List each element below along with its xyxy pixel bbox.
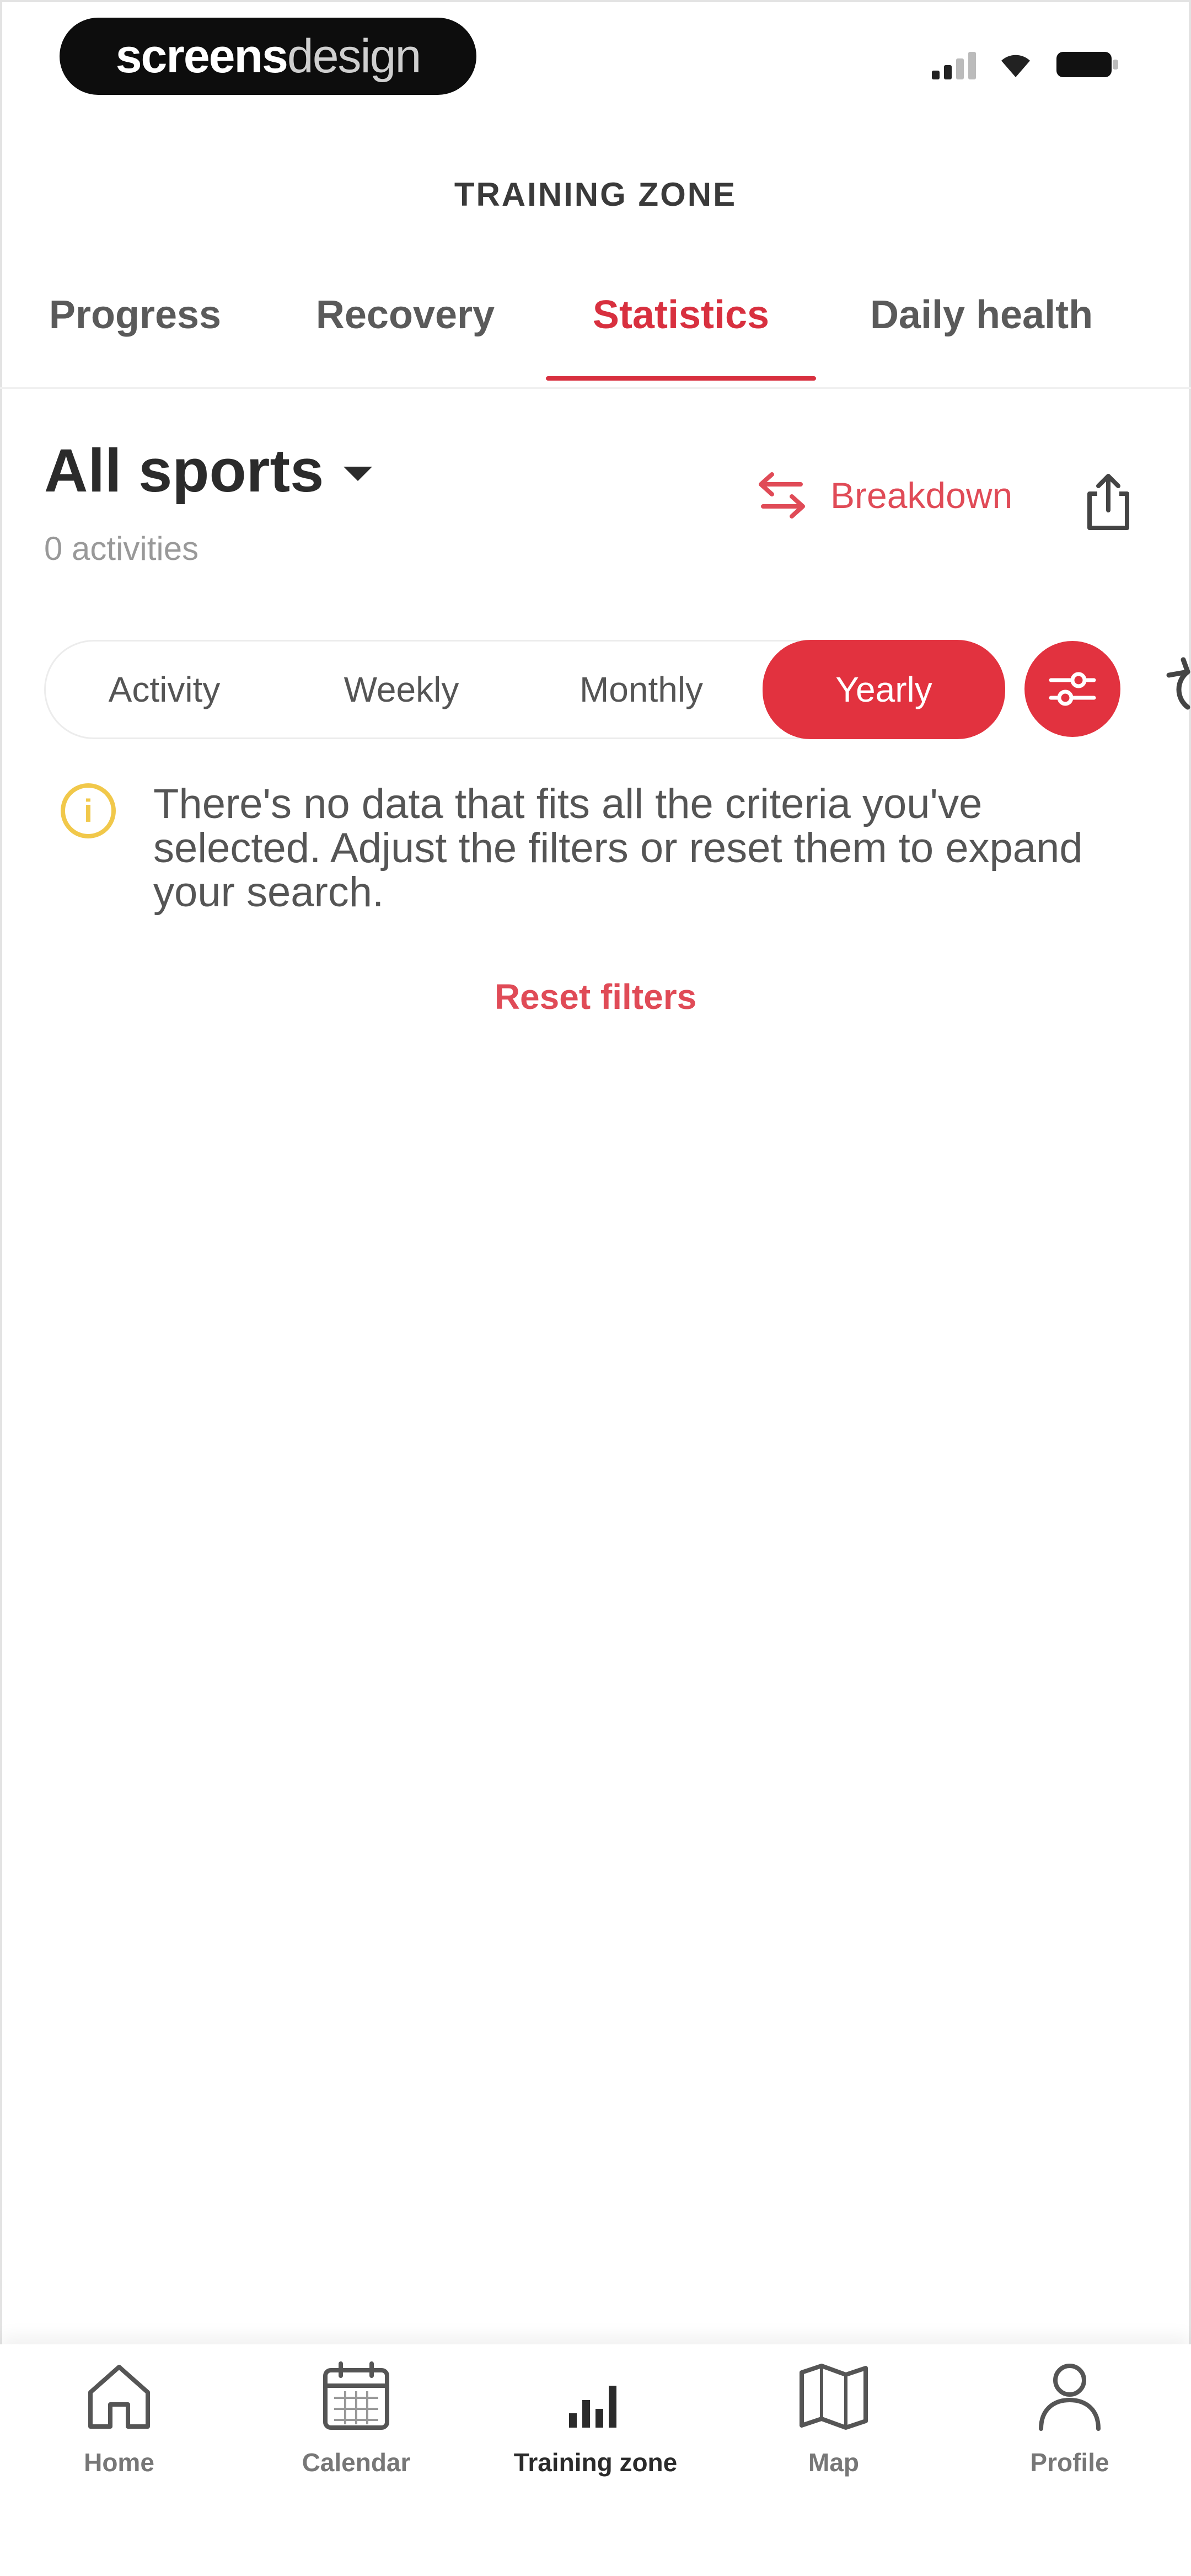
segment-weekly[interactable]: Weekly <box>283 642 520 737</box>
wifi-icon <box>998 51 1033 78</box>
share-icon <box>1087 474 1129 530</box>
tab-statistics[interactable]: Statistics <box>546 292 816 381</box>
breakdown-button[interactable]: Breakdown <box>755 469 1012 522</box>
tab-daily-health[interactable]: Daily health <box>860 292 1103 381</box>
nav-label: Map <box>808 2448 859 2477</box>
sport-selector[interactable]: All sports <box>44 436 373 506</box>
activity-count: 0 activities <box>44 530 199 567</box>
sliders-icon <box>1049 672 1096 706</box>
profile-icon <box>1039 2364 1101 2431</box>
filter-button[interactable] <box>1024 641 1120 737</box>
nav-item-calendar[interactable]: Calendar <box>273 2358 439 2477</box>
nav-item-home[interactable]: Home <box>36 2358 202 2477</box>
segment-label: Activity <box>108 670 221 709</box>
swap-arrows-icon <box>759 472 805 519</box>
segment-label: Yearly <box>835 670 932 709</box>
page-title: TRAINING ZONE <box>454 176 737 213</box>
tab-bar: Progress Recovery Statistics Daily healt… <box>0 287 1191 389</box>
breakdown-label: Breakdown <box>830 475 1013 516</box>
segment-activity[interactable]: Activity <box>46 642 283 737</box>
status-icons <box>932 50 1119 79</box>
brand-text-bold: screens <box>115 29 288 83</box>
tab-label: Daily health <box>870 293 1093 337</box>
nav-label: Profile <box>1030 2448 1109 2477</box>
brand-text-light: design <box>287 29 421 83</box>
caret-down-icon <box>344 466 373 481</box>
tab-progress[interactable]: Progress <box>44 292 226 381</box>
brand-watermark: screens design <box>60 18 476 95</box>
nav-item-training-zone[interactable]: Training zone <box>513 2358 678 2477</box>
segment-monthly[interactable]: Monthly <box>520 642 763 737</box>
signal-icon <box>932 50 976 79</box>
tab-label: Progress <box>49 293 222 337</box>
nav-item-profile[interactable]: Profile <box>987 2358 1152 2477</box>
reset-filters-link[interactable]: Reset filters <box>0 976 1191 1017</box>
tab-label: Recovery <box>315 293 495 337</box>
tab-label: Statistics <box>592 293 770 337</box>
reset-icon[interactable] <box>1152 656 1191 725</box>
nav-label: Home <box>84 2448 154 2477</box>
tab-recovery[interactable]: Recovery <box>309 292 502 381</box>
battery-icon <box>1055 50 1119 79</box>
share-button[interactable] <box>1081 472 1136 535</box>
nav-label: Calendar <box>302 2448 411 2477</box>
nav-label: Training zone <box>513 2448 678 2477</box>
bottom-nav: Home Calendar Training zone Map Profile <box>0 2344 1191 2576</box>
sport-title: All sports <box>44 437 324 505</box>
segment-label: Monthly <box>579 670 704 709</box>
bar-chart-icon <box>569 2386 616 2428</box>
home-icon <box>88 2365 150 2429</box>
info-icon: i <box>61 783 116 838</box>
segment-yearly[interactable]: Yearly <box>763 640 1005 739</box>
segment-label: Weekly <box>344 670 459 709</box>
map-icon <box>800 2364 868 2430</box>
period-segmented-control: Activity Weekly Monthly Yearly <box>44 640 1005 739</box>
calendar-icon <box>323 2361 389 2430</box>
empty-state-message: There's no data that fits all the criter… <box>153 781 1083 916</box>
nav-item-map[interactable]: Map <box>751 2358 916 2477</box>
